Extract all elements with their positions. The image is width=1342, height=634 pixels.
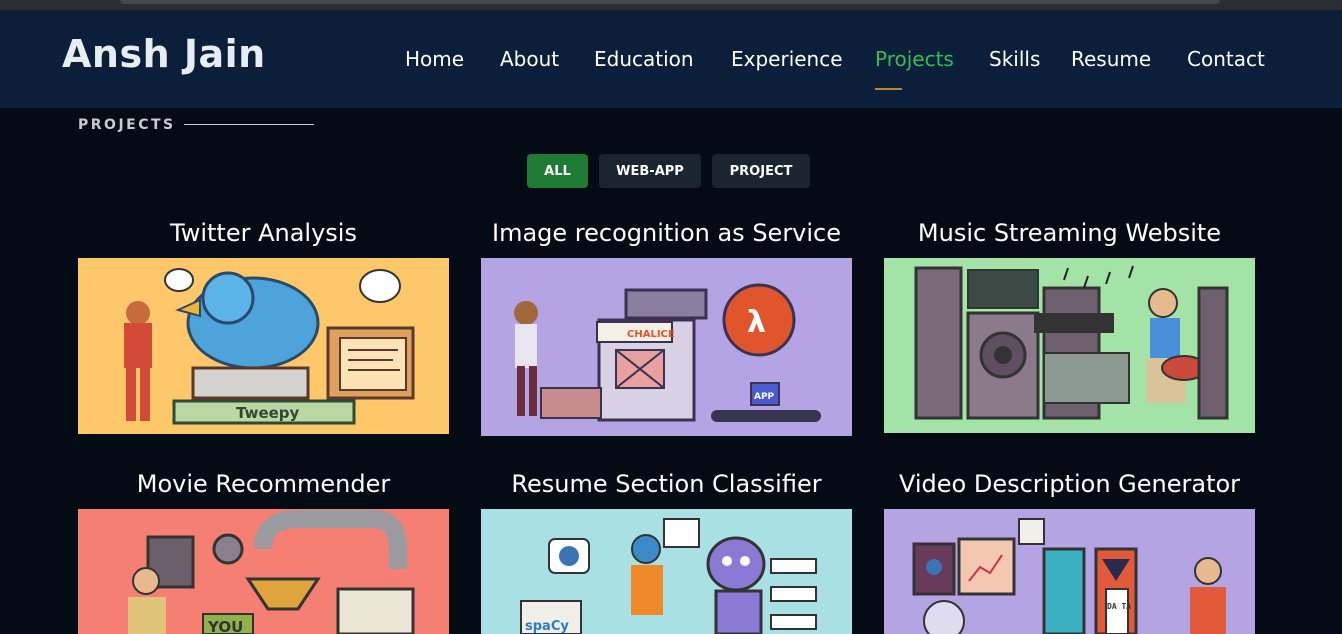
filter-all[interactable]: ALL — [527, 154, 588, 188]
filter-web-app[interactable]: WEB-APP — [599, 154, 701, 188]
nav-menu: Home About Education Experience Projects… — [0, 47, 1342, 90]
nav-contact[interactable]: Contact — [1187, 47, 1265, 71]
nav-skills[interactable]: Skills — [989, 47, 1040, 71]
filter-project[interactable]: PROJECT — [712, 154, 810, 188]
section-title-line — [184, 124, 314, 125]
project-image-twitter-analysis[interactable]: Tweepy — [78, 258, 449, 434]
section-title: PROJECTS — [78, 117, 176, 133]
project-title-twitter-analysis[interactable]: Twitter Analysis — [78, 219, 449, 247]
browser-top-strip — [0, 0, 1342, 10]
project-title-movie-recommender[interactable]: Movie Recommender — [78, 470, 449, 498]
project-image-music-streaming[interactable] — [884, 258, 1255, 433]
nav-projects[interactable]: Projects — [875, 47, 954, 71]
project-title-music-streaming[interactable]: Music Streaming Website — [884, 219, 1255, 247]
project-title-resume-classifier[interactable]: Resume Section Classifier — [481, 470, 852, 498]
nav-resume[interactable]: Resume — [1071, 47, 1151, 71]
project-title-video-description[interactable]: Video Description Generator — [884, 470, 1255, 498]
scroll-track — [120, 0, 1220, 4]
chalice-art-label: CHALICE — [627, 329, 675, 340]
project-image-image-recognition[interactable]: CHALICE λ APP — [481, 258, 852, 436]
project-image-resume-classifier[interactable]: spaCy — [481, 509, 852, 634]
app-art-label: APP — [754, 392, 775, 402]
nav-experience[interactable]: Experience — [731, 47, 843, 71]
spacy-art-label: spaCy — [525, 619, 569, 634]
project-title-image-recognition[interactable]: Image recognition as Service — [481, 219, 852, 247]
nav-home[interactable]: Home — [405, 47, 464, 71]
project-image-video-description[interactable]: DA TA — [884, 509, 1255, 634]
project-image-movie-recommender[interactable]: YOU — [78, 509, 449, 634]
data-art-label: DA TA — [1107, 602, 1131, 611]
navbar: Ansh Jain Home About Education Experienc… — [0, 10, 1342, 108]
twitter-art-label: Tweepy — [236, 404, 300, 422]
nav-about[interactable]: About — [500, 47, 559, 71]
nav-active-underline — [875, 88, 902, 90]
svg-text:λ: λ — [747, 305, 766, 340]
you-art-label: YOU — [207, 618, 243, 634]
nav-education[interactable]: Education — [594, 47, 694, 71]
